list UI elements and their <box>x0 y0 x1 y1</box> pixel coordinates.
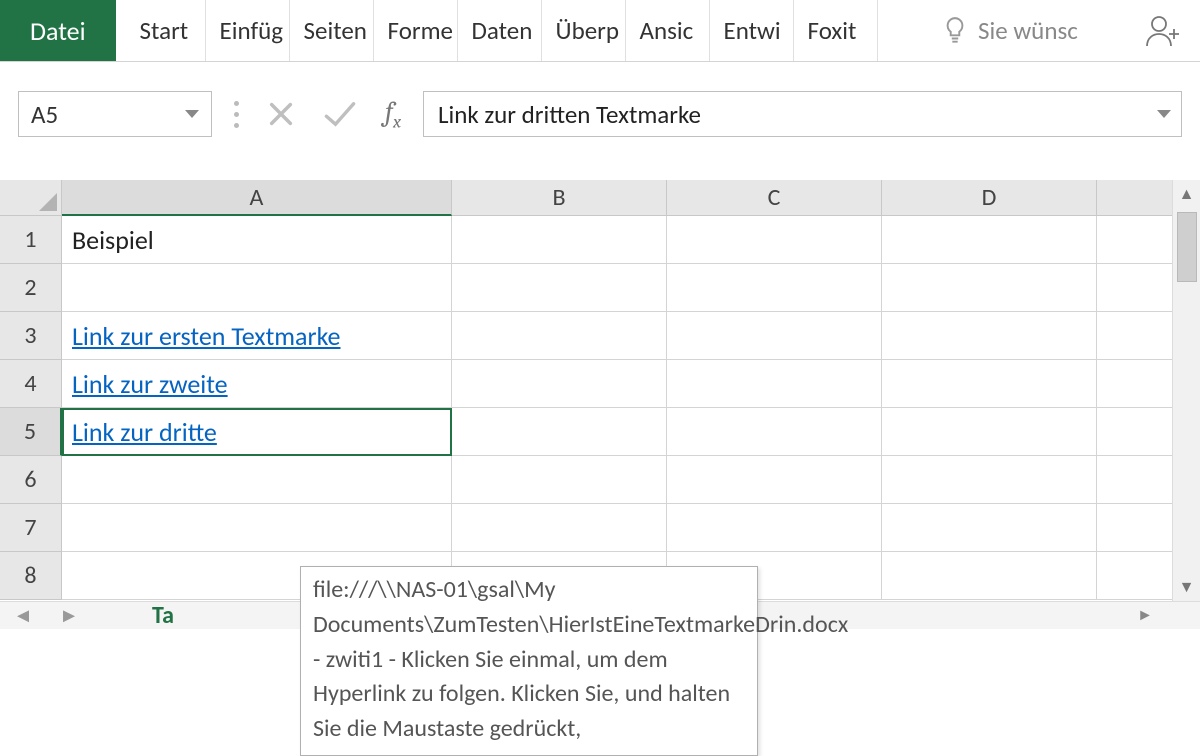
scroll-up-icon[interactable]: ▲ <box>1173 180 1200 208</box>
row-header[interactable]: 4 <box>0 360 62 408</box>
fx-icon[interactable]: fx <box>385 96 401 133</box>
cell[interactable] <box>62 504 452 552</box>
grid-rows: 1 Beispiel 2 3 Link zur ersten Textmarke… <box>0 216 1200 600</box>
tell-me-placeholder: Sie wünsc <box>978 15 1078 46</box>
vertical-scrollbar[interactable]: ▲ ▼ <box>1172 180 1200 601</box>
row-header[interactable]: 6 <box>0 456 62 504</box>
tab-data[interactable]: Daten <box>458 0 542 61</box>
row-header[interactable]: 8 <box>0 552 62 600</box>
cell-A3-hyperlink[interactable]: Link zur ersten Textmarke <box>62 312 452 360</box>
cell-A1[interactable]: Beispiel <box>62 216 452 264</box>
formula-bar-value: Link zur dritten Textmarke <box>438 99 701 130</box>
ribbon: Datei Start Einfüg Seiten Forme Daten Üb… <box>0 0 1200 62</box>
row-header[interactable]: 1 <box>0 216 62 264</box>
select-all-button[interactable] <box>0 180 62 216</box>
name-box[interactable]: A5 <box>18 91 212 137</box>
cell[interactable] <box>667 216 882 264</box>
cell-A5-hyperlink[interactable]: Link zur dritte <box>62 408 452 456</box>
tab-review[interactable]: Überp <box>542 0 626 61</box>
row-header[interactable]: 7 <box>0 504 62 552</box>
tab-view[interactable]: Ansic <box>626 0 710 61</box>
cell[interactable] <box>667 408 882 456</box>
column-headers: A B C D <box>0 180 1200 216</box>
chevron-down-icon <box>185 110 199 118</box>
col-header-D[interactable]: D <box>882 180 1097 216</box>
cell[interactable] <box>667 264 882 312</box>
cell[interactable] <box>667 504 882 552</box>
cell[interactable] <box>62 456 452 504</box>
cell[interactable] <box>882 552 1097 600</box>
cell[interactable] <box>452 504 667 552</box>
share-button[interactable] <box>1136 0 1200 61</box>
row-header[interactable]: 5 <box>0 408 62 456</box>
tab-insert[interactable]: Einfüg <box>206 0 290 61</box>
tab-developer[interactable]: Entwi <box>710 0 794 61</box>
cell[interactable] <box>667 456 882 504</box>
formula-bar-input[interactable]: Link zur dritten Textmarke <box>423 91 1182 137</box>
hyperlink-tooltip: file:///\\NAS-01\gsal\My Documents\ZumTe… <box>300 566 758 756</box>
cell[interactable] <box>882 216 1097 264</box>
lightbulb-icon <box>942 16 968 46</box>
scroll-thumb[interactable] <box>1177 212 1197 282</box>
cell[interactable] <box>882 456 1097 504</box>
row-6: 6 <box>0 456 1200 504</box>
scroll-right-icon[interactable]: ► <box>1130 606 1160 625</box>
row-4: 4 Link zur zweite <box>0 360 1200 408</box>
row-5: 5 Link zur dritte <box>0 408 1200 456</box>
row-3: 3 Link zur ersten Textmarke <box>0 312 1200 360</box>
tab-formulas[interactable]: Forme <box>374 0 458 61</box>
tab-start[interactable]: Start <box>116 0 206 61</box>
row-header[interactable]: 2 <box>0 264 62 312</box>
row-7: 7 <box>0 504 1200 552</box>
cell[interactable] <box>452 360 667 408</box>
tab-foxit[interactable]: Foxit <box>794 0 878 61</box>
ribbon-tabs: Start Einfüg Seiten Forme Daten Überp An… <box>116 0 926 61</box>
cell[interactable] <box>452 216 667 264</box>
sheet-next-icon[interactable]: ► <box>46 604 92 628</box>
tell-me-search[interactable]: Sie wünsc <box>926 0 1136 61</box>
cell[interactable] <box>452 456 667 504</box>
cancel-icon[interactable] <box>267 100 295 128</box>
cell[interactable] <box>667 312 882 360</box>
col-header-C[interactable]: C <box>667 180 882 216</box>
cell-A4-hyperlink[interactable]: Link zur zweite <box>62 360 452 408</box>
tab-pagelayout[interactable]: Seiten <box>290 0 374 61</box>
cell[interactable] <box>882 504 1097 552</box>
divider-icon <box>234 101 239 128</box>
cell[interactable] <box>882 264 1097 312</box>
row-1: 1 Beispiel <box>0 216 1200 264</box>
col-header-B[interactable]: B <box>452 180 667 216</box>
cell-A2[interactable] <box>62 264 452 312</box>
name-box-value: A5 <box>31 99 58 130</box>
col-header-A[interactable]: A <box>62 180 452 216</box>
cell[interactable] <box>452 312 667 360</box>
file-tab[interactable]: Datei <box>0 0 116 61</box>
scroll-down-icon[interactable]: ▼ <box>1173 573 1200 601</box>
cell[interactable] <box>452 408 667 456</box>
chevron-down-icon[interactable] <box>1157 110 1171 118</box>
cell[interactable] <box>452 264 667 312</box>
sheet-prev-icon[interactable]: ◄ <box>0 604 46 628</box>
enter-icon[interactable] <box>323 100 357 128</box>
formula-bar-buttons: fx <box>224 96 411 133</box>
spreadsheet-grid: A B C D 1 Beispiel 2 3 Link zur ersten T… <box>0 180 1200 629</box>
cell[interactable] <box>882 360 1097 408</box>
row-2: 2 <box>0 264 1200 312</box>
cell[interactable] <box>882 408 1097 456</box>
cell[interactable] <box>882 312 1097 360</box>
row-header[interactable]: 3 <box>0 312 62 360</box>
person-add-icon <box>1144 13 1182 49</box>
cell[interactable] <box>667 360 882 408</box>
sheet-tab[interactable]: Ta <box>92 601 174 630</box>
formula-bar-row: A5 fx Link zur dritten Textmarke <box>0 86 1200 142</box>
